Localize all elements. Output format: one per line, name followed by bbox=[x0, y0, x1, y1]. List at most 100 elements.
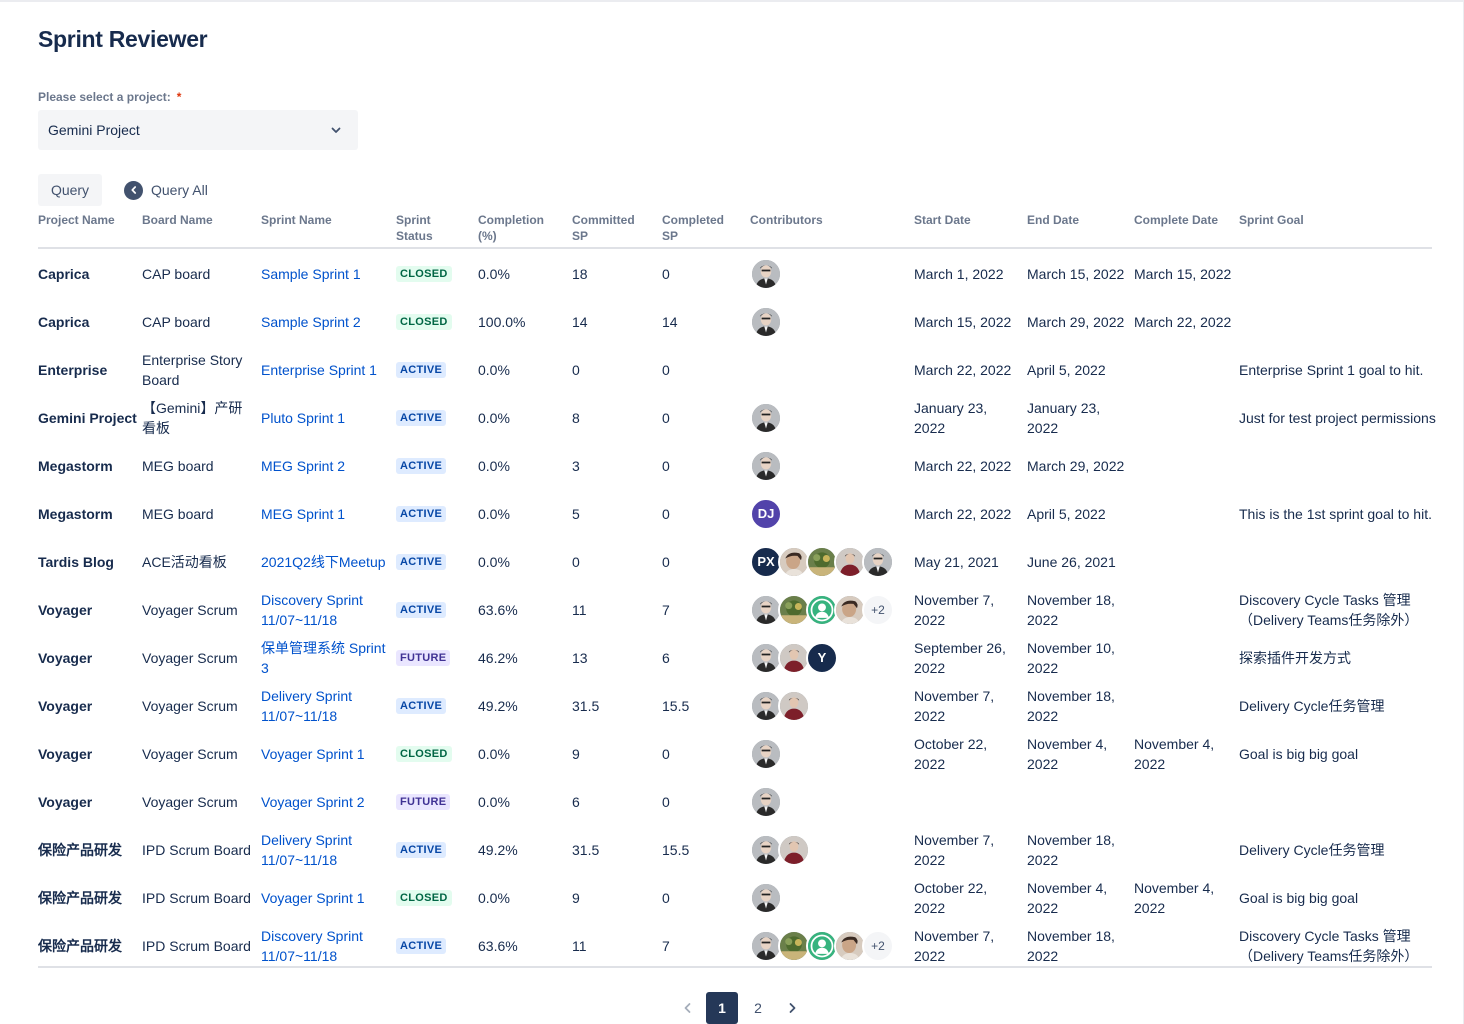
status-badge: FUTURE bbox=[396, 650, 451, 666]
avatar-group bbox=[750, 258, 782, 290]
header-sprint-goal-text: Sprint Goal bbox=[1239, 213, 1304, 227]
cell-completed-sp: 0 bbox=[662, 362, 670, 378]
status-badge: CLOSED bbox=[396, 314, 452, 330]
cell-completion: 0.0% bbox=[478, 458, 510, 474]
header-completion-line1: Completion bbox=[478, 213, 544, 227]
cell-complete-date bbox=[1134, 634, 1234, 682]
header-start-date[interactable]: Start Date bbox=[914, 212, 971, 228]
avatar[interactable] bbox=[750, 450, 782, 482]
header-board-name[interactable]: Board Name bbox=[142, 212, 213, 228]
header-completion[interactable]: Completion (%) bbox=[478, 212, 544, 244]
table-row: Gemini Project 【Gemini】产研看板 Pluto Sprint 1… bbox=[38, 394, 1436, 442]
cell-project-name: Megastorm bbox=[38, 458, 113, 474]
cell-sprint-name-link[interactable]: MEG Sprint 2 bbox=[261, 442, 389, 490]
avatar[interactable] bbox=[750, 402, 782, 434]
cell-completion: 0.0% bbox=[478, 794, 510, 810]
project-select[interactable]: Gemini Project bbox=[38, 110, 358, 150]
cell-board-name: IPD Scrum Board bbox=[142, 842, 251, 858]
cell-start-date: November 7, 2022 bbox=[914, 832, 995, 868]
cell-project-name: Voyager bbox=[38, 650, 93, 666]
cell-committed-sp: 9 bbox=[572, 890, 580, 906]
cell-completed-sp: 14 bbox=[662, 314, 678, 330]
avatar-initials[interactable]: Y bbox=[806, 642, 838, 674]
cell-sprint-goal bbox=[1239, 442, 1439, 490]
cell-board-name: IPD Scrum Board bbox=[142, 890, 251, 906]
cell-board-name: MEG board bbox=[142, 458, 214, 474]
avatar[interactable] bbox=[862, 546, 894, 578]
required-mark: * bbox=[176, 90, 182, 104]
cell-start-date bbox=[914, 778, 1022, 826]
cell-sprint-name-link[interactable]: MEG Sprint 1 bbox=[261, 490, 389, 538]
header-project-name-text: Project Name bbox=[38, 213, 115, 227]
cell-sprint-name-link[interactable]: Voyager Sprint 2 bbox=[261, 778, 389, 826]
chevron-down-icon bbox=[331, 127, 341, 133]
avatar[interactable] bbox=[750, 306, 782, 338]
pagination-next-button[interactable] bbox=[778, 992, 806, 1024]
header-sprint-goal[interactable]: Sprint Goal bbox=[1239, 212, 1304, 228]
avatar[interactable] bbox=[750, 738, 782, 770]
pagination-page-1[interactable]: 1 bbox=[706, 992, 738, 1024]
query-all-button[interactable]: Query All bbox=[124, 174, 208, 206]
cell-sprint-status: ACTIVE bbox=[396, 826, 474, 874]
cell-sprint-name-link[interactable]: Enterprise Sprint 1 bbox=[261, 346, 389, 394]
header-contributors[interactable]: Contributors bbox=[750, 212, 823, 228]
cell-sprint-name-link[interactable]: Discovery Sprint 11/07~11/18 bbox=[261, 586, 389, 634]
pagination-prev-button[interactable] bbox=[674, 992, 702, 1024]
cell-sprint-status: ACTIVE bbox=[396, 394, 474, 442]
cell-end-date bbox=[1027, 778, 1129, 826]
table-row: Voyager Voyager Scrum Delivery Sprint 11/0… bbox=[38, 682, 1432, 730]
status-badge: CLOSED bbox=[396, 746, 452, 762]
cell-sprint-name-link[interactable]: Delivery Sprint 11/07~11/18 bbox=[261, 826, 389, 874]
avatar[interactable] bbox=[750, 786, 782, 818]
cell-sprint-name-link[interactable]: Voyager Sprint 1 bbox=[261, 730, 389, 778]
header-committed-sp[interactable]: Committed SP bbox=[572, 212, 635, 244]
cell-completed-sp: 0 bbox=[662, 554, 670, 570]
cell-sprint-name-link[interactable]: Voyager Sprint 1 bbox=[261, 874, 389, 922]
cell-contributors bbox=[750, 298, 910, 346]
table-row: Voyager Voyager Scrum Voyager Sprint 1 CLOS… bbox=[38, 730, 1432, 778]
cell-sprint-name-link[interactable]: Pluto Sprint 1 bbox=[261, 394, 389, 442]
cell-sprint-name-link[interactable]: Sample Sprint 2 bbox=[261, 298, 389, 346]
cell-board-name: ACE活动看板 bbox=[142, 554, 227, 570]
header-sprint-status[interactable]: Sprint Status bbox=[396, 212, 433, 244]
query-button[interactable]: Query bbox=[38, 174, 102, 206]
cell-sprint-goal: Goal is big big goal bbox=[1239, 890, 1359, 906]
cell-completion: 46.2% bbox=[478, 650, 518, 666]
cell-end-date: November 18, 2022 bbox=[1027, 592, 1115, 628]
cell-project-name: Enterprise bbox=[38, 362, 108, 378]
cell-sprint-name-link[interactable]: Delivery Sprint 11/07~11/18 bbox=[261, 682, 389, 730]
cell-project-name: Voyager bbox=[38, 746, 93, 762]
cell-board-name: 【Gemini】产研看板 bbox=[142, 400, 243, 436]
avatar-initials[interactable]: DJ bbox=[750, 498, 782, 530]
avatar-group: DJ bbox=[750, 498, 782, 530]
header-end-date[interactable]: End Date bbox=[1027, 212, 1079, 228]
avatar[interactable] bbox=[778, 834, 810, 866]
table-row: Voyager Voyager Scrum 保单管理系统 Sprint 3 FUTUR… bbox=[38, 634, 1432, 682]
header-complete-date[interactable]: Complete Date bbox=[1134, 212, 1218, 228]
cell-project-name: Voyager bbox=[38, 602, 93, 618]
avatar-more-count[interactable]: +2 bbox=[862, 930, 894, 962]
cell-sprint-name-link[interactable]: Discovery Sprint 11/07~11/18 bbox=[261, 922, 389, 970]
cell-sprint-name-link[interactable]: Sample Sprint 1 bbox=[261, 250, 389, 298]
avatar[interactable] bbox=[750, 258, 782, 290]
cell-complete-date bbox=[1134, 346, 1234, 394]
status-badge: ACTIVE bbox=[396, 602, 447, 618]
avatar[interactable] bbox=[750, 882, 782, 914]
cell-contributors bbox=[750, 874, 910, 922]
header-project-name[interactable]: Project Name bbox=[38, 212, 115, 228]
cell-board-name: CAP board bbox=[142, 314, 211, 330]
header-completed-sp[interactable]: Completed SP bbox=[662, 212, 724, 244]
avatar[interactable] bbox=[778, 690, 810, 722]
pagination-page-2[interactable]: 2 bbox=[742, 992, 774, 1024]
cell-sprint-name-link[interactable]: 保单管理系统 Sprint 3 bbox=[261, 634, 389, 682]
cell-sprint-goal: Delivery Cycle任务管理 bbox=[1239, 842, 1385, 858]
avatar-more-count[interactable]: +2 bbox=[862, 594, 894, 626]
cell-complete-date bbox=[1134, 442, 1234, 490]
cell-committed-sp: 11 bbox=[572, 602, 587, 618]
cell-committed-sp: 0 bbox=[572, 554, 580, 570]
header-sprint-name[interactable]: Sprint Name bbox=[261, 212, 332, 228]
cell-sprint-name-link[interactable]: 2021Q2线下Meetup bbox=[261, 538, 389, 586]
table-row: Megastorm MEG board MEG Sprint 1 ACTIVE 0.0%… bbox=[38, 490, 1432, 538]
avatar-group bbox=[750, 402, 782, 434]
cell-sprint-status: ACTIVE bbox=[396, 538, 474, 586]
